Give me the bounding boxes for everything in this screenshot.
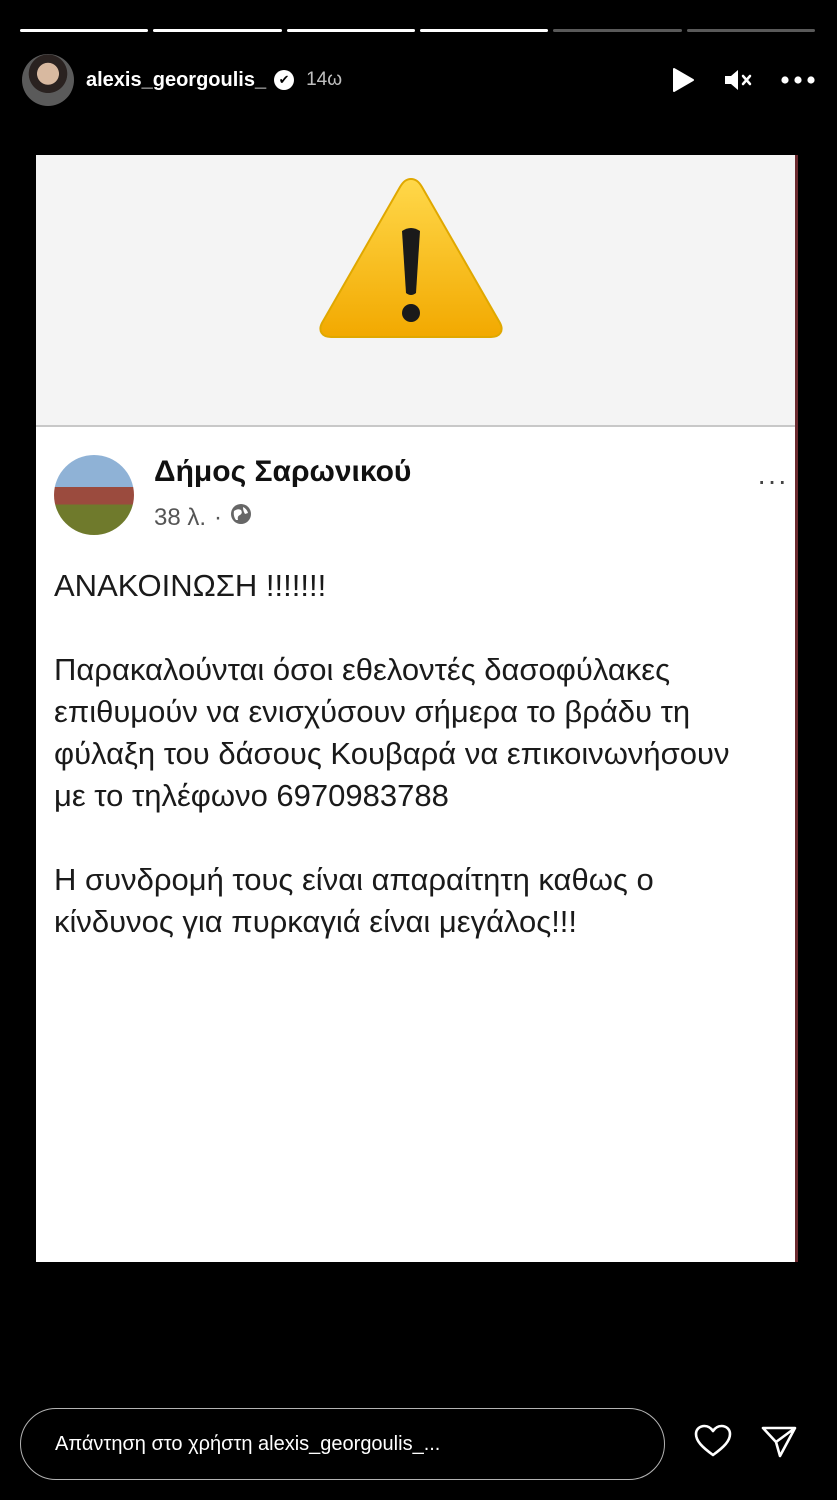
avatar[interactable] [22,54,74,106]
header-actions [671,67,815,93]
story-progress-bar [20,29,815,32]
post-line [54,607,798,649]
play-icon[interactable] [671,67,695,93]
post-line: κίνδυνος για πυρκαγιά είναι μεγάλος!!! [54,904,578,939]
story-post-image: Δήμος Σαρωνικού 38 λ. · ··· ΑΝΑΚΟΙΝΩΣΗ !… [36,155,798,1262]
story-time: 14ω [306,69,343,90]
reply-input[interactable]: Απάντηση στο χρήστη alexis_georgoulis_..… [20,1408,665,1480]
more-icon[interactable] [781,76,815,84]
meta-separator: · [214,503,223,531]
reply-placeholder: Απάντηση στο χρήστη alexis_georgoulis_..… [55,1433,441,1455]
post-more-icon: ··· [757,465,788,496]
username[interactable]: alexis_georgoulis_ [86,69,266,92]
post-line: Παρακαλούνται όσοι εθελοντές δασοφύλακες [54,652,671,687]
post-line: ΑΝΑΚΟΙΝΩΣΗ !!!!!!! [54,568,327,603]
progress-segment [419,29,549,32]
post-meta: 38 λ. · [154,503,252,532]
post-line: Η συνδρομή τους είναι απαραίτητη καθως ο [54,862,654,897]
progress-segment [20,29,149,32]
warning-icon [319,177,503,338]
progress-segment [153,29,282,32]
divider [36,425,798,427]
post-line: επιθυμούν να ενισχύσουν σήμερα το βράδυ … [54,694,691,729]
progress-segment [686,29,815,32]
post-line: με το τηλέφωνο 6970983788 [54,778,449,813]
heart-icon[interactable] [694,1424,732,1463]
post-line [54,817,798,859]
progress-segment [553,29,682,32]
page-name: Δήμος Σαρωνικού [154,455,412,488]
post-line: φύλαξη του δάσους Κουβαρά να επικοινωνήσ… [54,736,730,771]
post-text: ΑΝΑΚΟΙΝΩΣΗ !!!!!!! Παρακαλούνται όσοι εθ… [54,565,798,943]
post-time: 38 λ. [154,503,207,531]
page-avatar [54,455,134,535]
verified-badge-icon: ✔ [274,70,295,90]
globe-icon [230,503,252,532]
warning-image [36,155,798,425]
mute-icon[interactable] [723,67,753,93]
story-header: alexis_georgoulis_ ✔ 14ω [22,52,815,108]
progress-segment [286,29,415,32]
send-icon[interactable] [760,1424,798,1465]
